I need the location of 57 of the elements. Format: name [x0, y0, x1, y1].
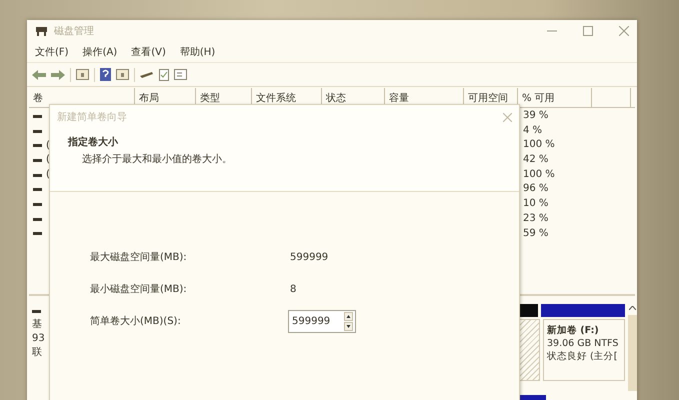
volume-icon[interactable] [33, 114, 42, 118]
disk-label: 基 [32, 319, 43, 331]
partition-panel[interactable]: 新加卷 (F:) 39.06 GB NTFS 状态良好 (主分[ [543, 319, 625, 381]
volume-icon[interactable] [33, 144, 42, 148]
spin-down-icon[interactable] [344, 322, 353, 330]
volume-icon[interactable] [33, 202, 42, 206]
scroll-up-icon[interactable] [628, 306, 636, 310]
field-label: 最大磁盘空间量(MB): [90, 250, 188, 264]
field-value: 8 [290, 284, 296, 294]
field-label: 最小磁盘空间量(MB): [90, 282, 188, 296]
close-icon[interactable] [619, 26, 629, 36]
volume-icon[interactable] [33, 232, 42, 236]
help-icon[interactable] [100, 68, 111, 81]
size-spinbox[interactable]: 599999 [288, 310, 356, 332]
window-title: 磁盘管理 [54, 25, 94, 38]
scroll-thumb[interactable] [628, 315, 636, 391]
table-cell-text: 39 % [522, 109, 550, 123]
field-value: 599999 [290, 252, 328, 262]
partition-size: 39.06 GB NTFS [547, 337, 620, 350]
volume-icon[interactable] [33, 130, 42, 133]
table-cell: ( [46, 168, 50, 182]
section-description: 选择介于最大和最小值的卷大小。 [82, 152, 233, 166]
volume-icon[interactable] [33, 158, 42, 162]
window-icon[interactable] [174, 69, 187, 80]
menu-item[interactable]: 帮助(H) [180, 45, 216, 59]
checklist-icon[interactable] [159, 68, 169, 80]
disk-label: 联 [32, 347, 43, 359]
section-heading: 指定卷大小 [68, 135, 119, 149]
forward-arrow-icon[interactable] [51, 70, 65, 80]
disk-label: 93 [32, 333, 46, 345]
menu-item[interactable]: 文件(F) [35, 45, 69, 59]
table-cell: ( [46, 138, 50, 153]
table-cell-text: 10 % [522, 197, 550, 212]
menu-item[interactable]: 操作(A) [82, 45, 118, 59]
table-cell-text: 4 % [522, 124, 544, 138]
maximize-icon[interactable] [583, 26, 593, 36]
table-cell-text: 23 % [522, 212, 550, 226]
table-cell-text: 96 % [522, 182, 550, 196]
table-cell-text: 59 % [522, 226, 550, 240]
back-arrow-icon[interactable] [32, 70, 46, 80]
volume-icon[interactable] [33, 188, 42, 192]
table-cell-text: 42 % [522, 153, 550, 168]
partition-status: 状态良好 (主分[ [547, 350, 618, 363]
panel-icon[interactable] [76, 69, 89, 80]
table-cell-text: 100 % [522, 168, 556, 182]
partition-name: 新加卷 (F:) [547, 324, 600, 337]
dialog-title: 新建简单卷向导 [57, 110, 127, 124]
field-label: 简单卷大小(MB)(S): [90, 314, 182, 328]
volume-icon[interactable] [33, 218, 42, 221]
menu-item[interactable]: 查看(V) [131, 45, 166, 59]
partition-bar [519, 304, 538, 317]
panel-icon[interactable] [116, 69, 129, 80]
table-cell: ( [46, 153, 50, 168]
table-cell-text: 100 % [522, 138, 556, 152]
spin-up-icon[interactable] [344, 312, 353, 320]
pen-icon[interactable] [140, 70, 154, 80]
volume-icon[interactable] [33, 174, 42, 177]
